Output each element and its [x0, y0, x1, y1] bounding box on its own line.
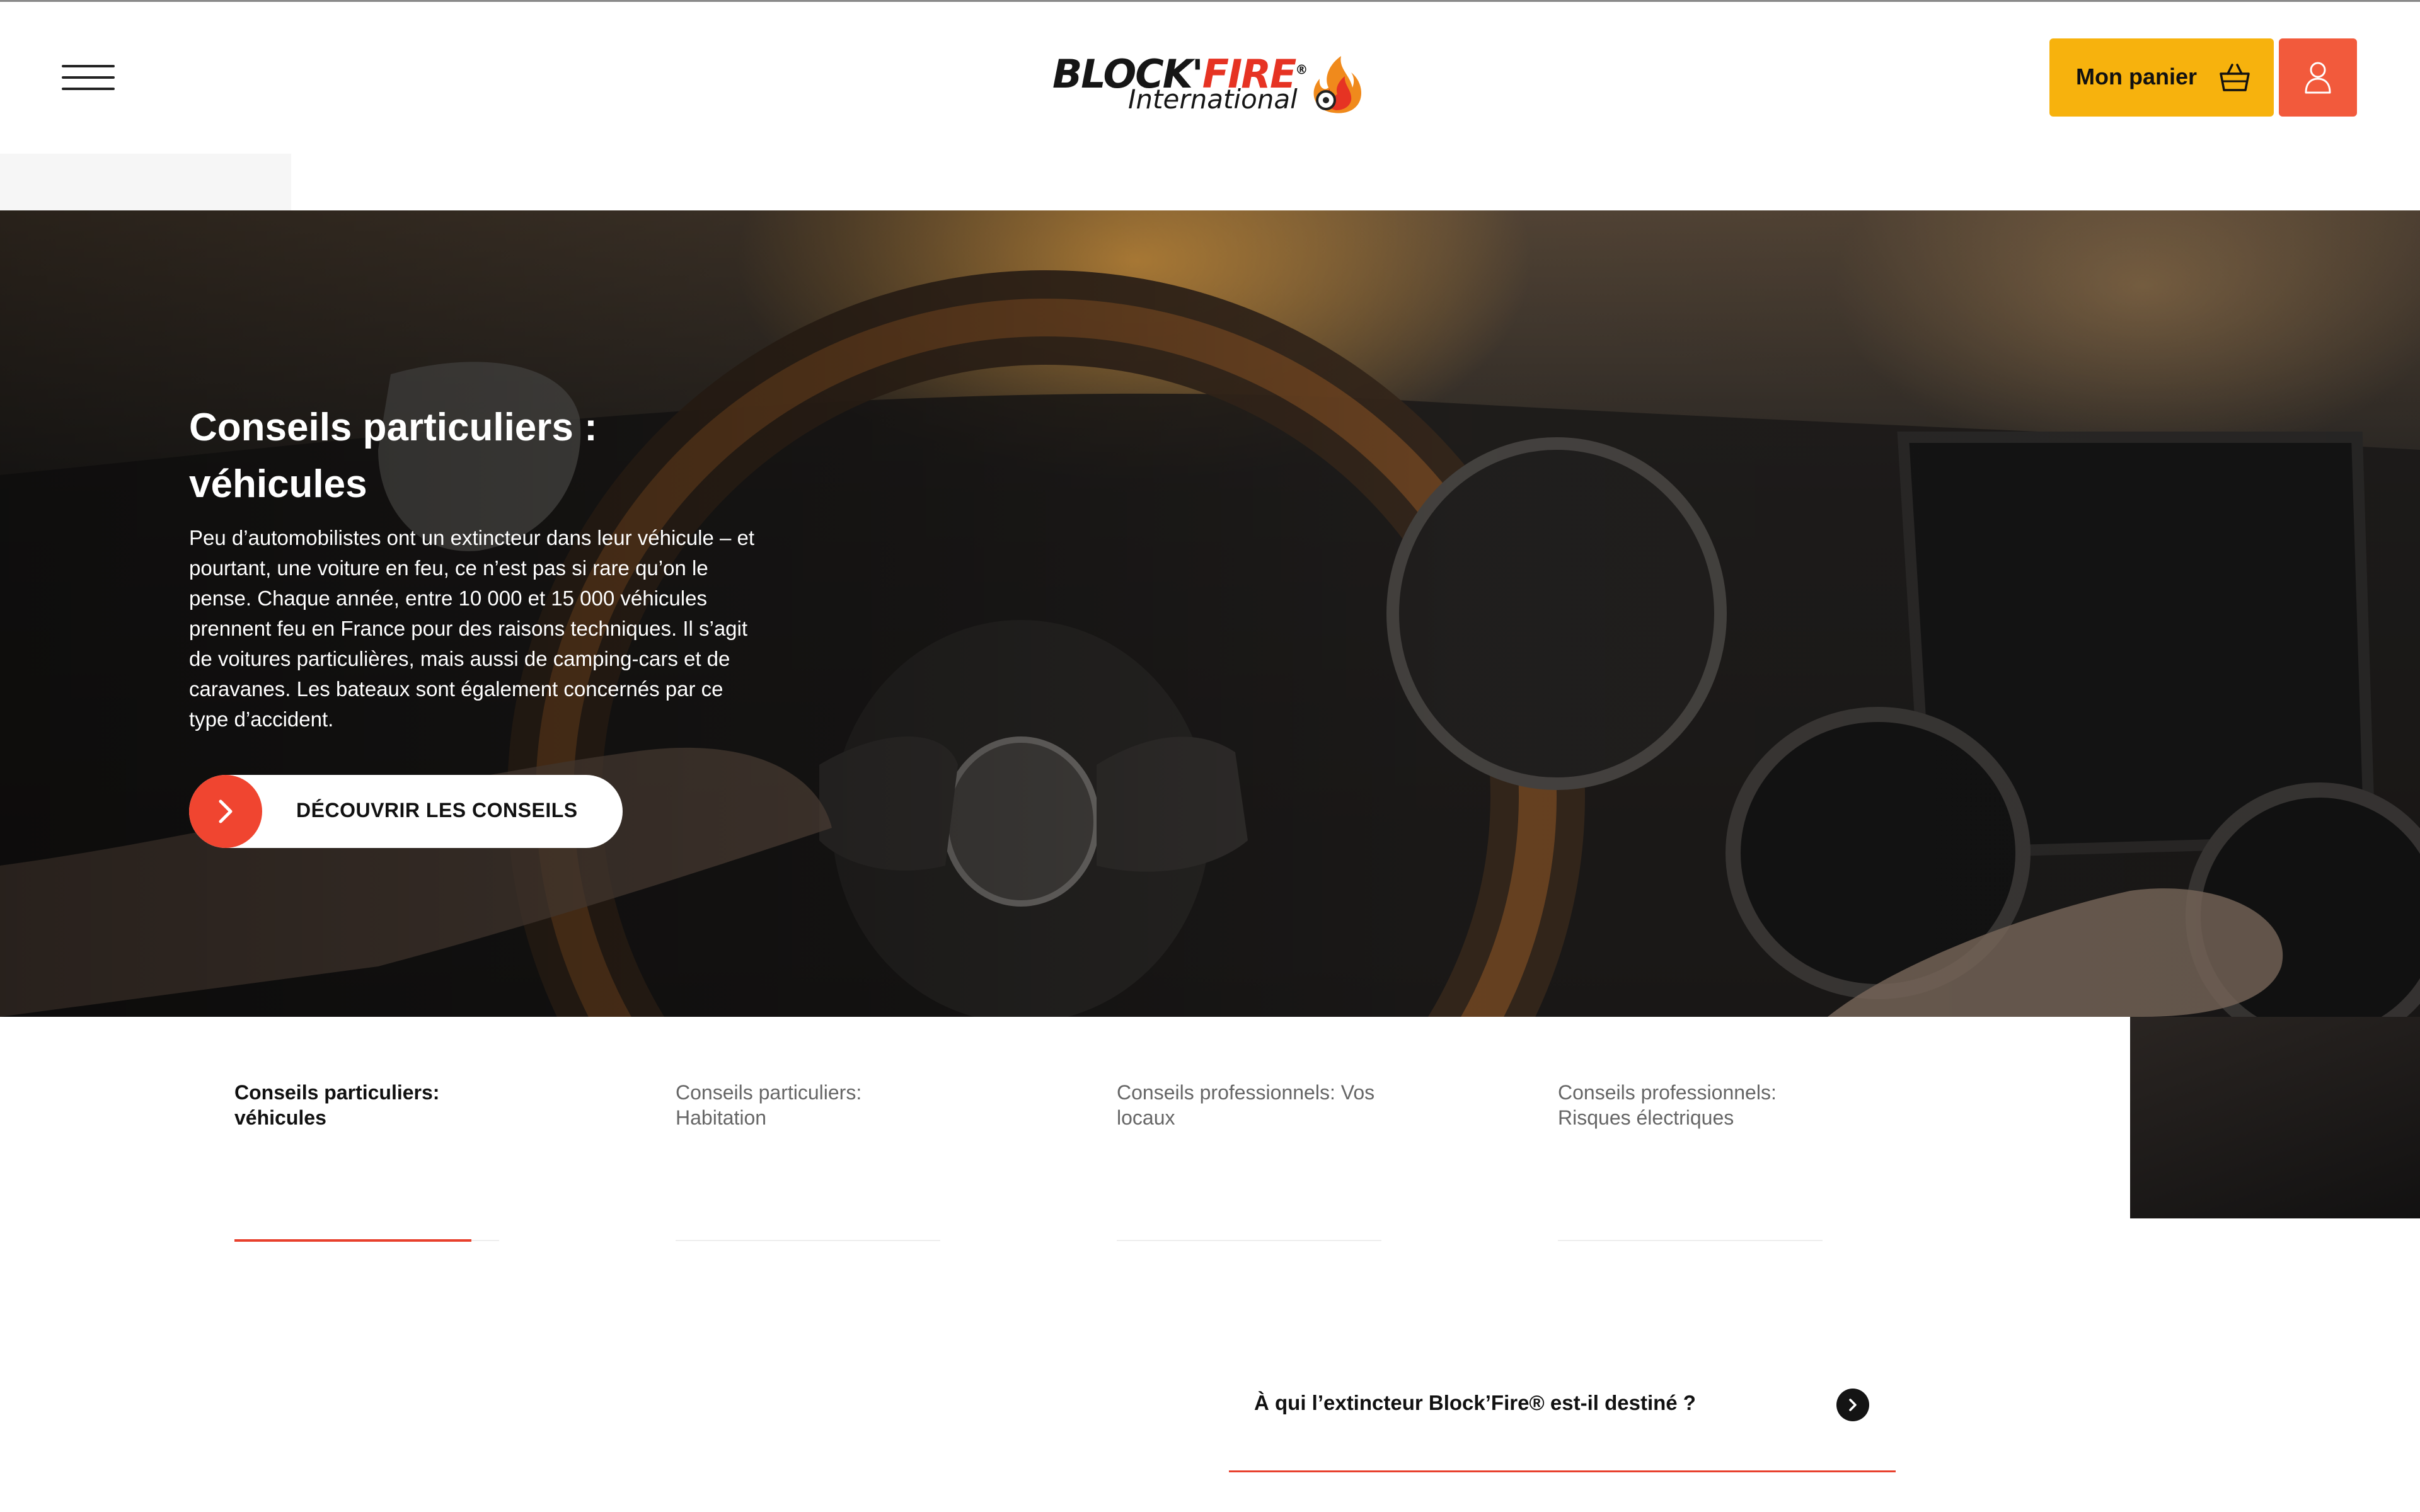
cta-label: DÉCOUVRIR LES CONSEILS — [296, 799, 578, 822]
flame-icon — [1313, 56, 1362, 113]
tab-label: Conseils particuliers: Habitation — [676, 1081, 862, 1129]
site-header: BLOCK'FIRE® International Mon panier — [0, 2, 2420, 153]
hero-title: Conseils particuliers : véhicules — [189, 406, 597, 506]
user-icon — [2305, 62, 2331, 94]
tab-vehicules[interactable]: Conseils particuliers: véhicules — [234, 1080, 499, 1242]
block-fire-logo[interactable]: BLOCK'FIRE® International — [1052, 46, 1368, 122]
breadcrumb-placeholder — [0, 154, 291, 210]
tab-underline — [676, 1240, 940, 1241]
hero-description: Peu d’automobilistes ont un extincteur d… — [189, 526, 755, 731]
cart-button[interactable]: Mon panier — [2049, 38, 2274, 117]
tab-habitation[interactable]: Conseils particuliers: Habitation — [676, 1080, 940, 1241]
tab-label: Conseils particuliers: véhicules — [234, 1081, 440, 1129]
hero-banner: Conseils particuliers : véhicules Peu d’… — [0, 210, 2420, 1017]
basket-icon — [2220, 64, 2250, 91]
chevron-right-icon — [219, 799, 233, 823]
tab-vos-locaux[interactable]: Conseils professionnels: Vos locaux — [1117, 1080, 1381, 1241]
tab-underline — [1558, 1240, 1823, 1241]
cta-circle — [189, 775, 262, 848]
advice-tabs: Conseils particuliers: véhicules Conseil… — [0, 1017, 2130, 1242]
hamburger-menu-icon[interactable] — [62, 65, 115, 91]
faq-divider — [1229, 1470, 1896, 1472]
discover-advice-button[interactable]: DÉCOUVRIR LES CONSEILS — [189, 775, 623, 848]
tab-active-indicator — [234, 1239, 471, 1242]
tab-underline — [1117, 1240, 1381, 1241]
account-button[interactable] — [2279, 38, 2357, 117]
faq-item[interactable]: À qui l’extincteur Block’Fire® est-il de… — [1229, 1373, 1896, 1474]
tab-risques-electriques[interactable]: Conseils professionnels: Risques électri… — [1558, 1080, 1823, 1241]
chevron-right-icon[interactable] — [1836, 1389, 1869, 1421]
faq-question: À qui l’extincteur Block’Fire® est-il de… — [1254, 1391, 1696, 1414]
hero-image-continuation — [2130, 1017, 2420, 1218]
cart-label: Mon panier — [2076, 64, 2198, 89]
tab-label: Conseils professionnels: Risques électri… — [1558, 1081, 1777, 1129]
tab-label: Conseils professionnels: Vos locaux — [1117, 1081, 1375, 1129]
logo-subtitle: International — [1128, 84, 1298, 115]
